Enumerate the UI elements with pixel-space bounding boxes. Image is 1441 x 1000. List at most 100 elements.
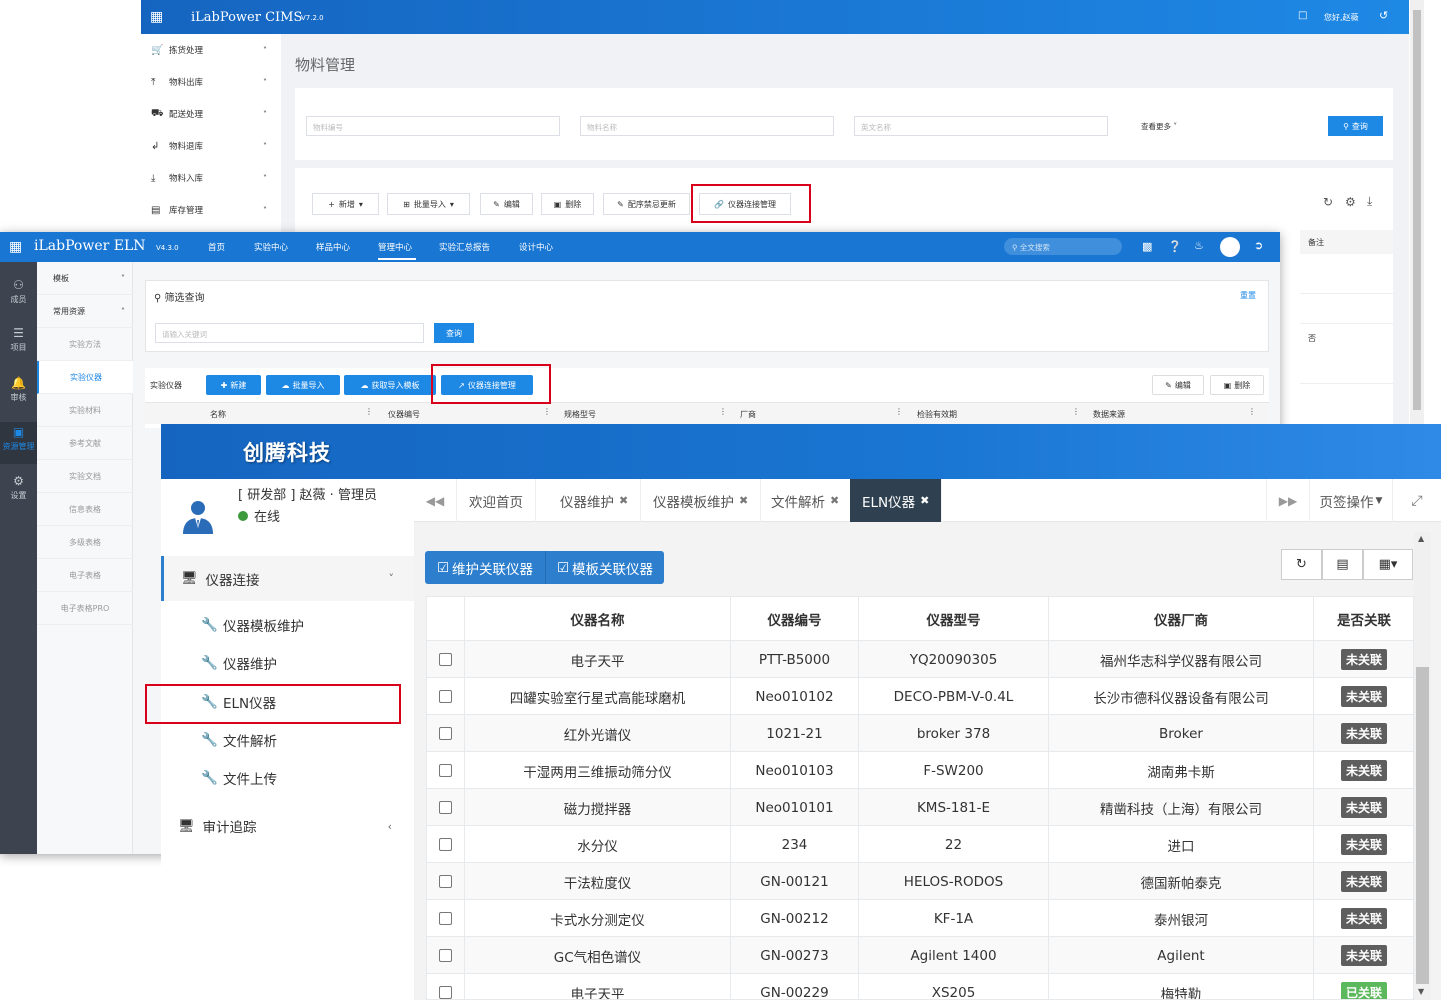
cims-nav-item[interactable]: ⤒ 物料出库 ˅ <box>141 66 281 98</box>
column-menu-icon[interactable]: ⋮ <box>719 407 727 423</box>
sub-item[interactable]: 参考文献 <box>37 427 133 460</box>
tab-3[interactable]: 文件解析 ✖ <box>759 479 853 522</box>
row-checkbox[interactable] <box>439 949 452 962</box>
page-ops-dropdown[interactable]: 页签操作 ▼ <box>1309 479 1392 522</box>
menu-item-template-maintenance[interactable]: 🔧 仪器模板维护 <box>161 606 414 644</box>
table-row[interactable]: 磁力搅拌器 Neo010101 KMS-181-E 精凿科技（上海）有限公司 未关联 <box>427 789 1413 826</box>
table-row[interactable]: 干法粒度仪 GN-00121 HELOS-RODOS 德国新帕泰克 未关联 <box>427 863 1413 900</box>
column-header[interactable]: 仪器厂商 <box>1049 597 1314 641</box>
add-document-icon[interactable]: ▩ <box>1142 240 1152 253</box>
column-menu-icon[interactable]: ⋮ <box>365 407 373 423</box>
vertical-scrollbar[interactable]: ▲ ▼ <box>1414 532 1431 1000</box>
sub-group[interactable]: 常用资源 ˄ <box>37 295 133 328</box>
bell-icon[interactable]: ♨ <box>1194 239 1204 252</box>
sub-item[interactable]: 实验材料 <box>37 394 133 427</box>
sub-item[interactable]: 实验仪器 <box>37 361 133 394</box>
cims-nav-item[interactable]: 🛒 拣货处理 ˅ <box>141 34 281 66</box>
close-icon[interactable]: ✖ <box>920 494 929 507</box>
eln-import-button[interactable]: ☁ 批量导入 <box>266 375 340 395</box>
row-checkbox[interactable] <box>439 838 452 851</box>
close-icon[interactable]: ✖ <box>739 494 748 507</box>
column-header[interactable]: 仪器编号 <box>731 597 859 641</box>
sub-group[interactable]: 模板 ˅ <box>37 262 133 295</box>
scrollbar-thumb[interactable] <box>1416 667 1429 984</box>
tab-scroll-right-button[interactable]: ▶▶ <box>1266 479 1309 522</box>
eln-menu-item[interactable]: 设计中心 <box>519 241 553 253</box>
table-row[interactable]: 红外光谱仪 1021-21 broker 378 Broker 未关联 <box>427 715 1413 752</box>
eln-delete-button[interactable]: ▣ 删除 <box>1210 375 1264 395</box>
row-checkbox[interactable] <box>439 653 452 666</box>
apps-grid-icon[interactable]: ▦ <box>9 239 22 255</box>
template-linked-instrument-button[interactable]: ☑ 模板关联仪器 <box>545 551 664 584</box>
menu-item-file-parse[interactable]: 🔧 文件解析 <box>161 721 414 759</box>
rail-item[interactable]: 🔔 审核 <box>0 376 37 403</box>
column-header[interactable]: 是否关联 <box>1314 597 1413 641</box>
sub-item[interactable]: 电子表格 <box>37 559 133 592</box>
scrollbar-thumb[interactable] <box>1413 10 1421 410</box>
row-checkbox[interactable] <box>439 727 452 740</box>
menu-group-instrument-connection[interactable]: 🖥 仪器连接 ˅ <box>161 556 414 601</box>
sub-item[interactable]: 实验文档 <box>37 460 133 493</box>
eln-query-button[interactable]: 查询 <box>434 323 474 343</box>
user-greeting[interactable]: 您好,赵薇 <box>1324 12 1359 23</box>
cims-delete-button[interactable]: ▣ 删除 <box>541 193 594 215</box>
table-row[interactable]: 水分仪 234 22 进口 未关联 <box>427 826 1413 863</box>
help-icon[interactable]: ❔ <box>1168 240 1182 253</box>
global-search-input[interactable]: ⚲ 全文搜索 <box>1004 238 1122 255</box>
toggle-view-button[interactable]: ▤ <box>1322 549 1363 580</box>
column-menu-icon[interactable]: ⋮ <box>895 407 903 423</box>
row-checkbox[interactable] <box>439 912 452 925</box>
table-row[interactable]: 电子天平 GN-00229 XS205 梅特勒 已关联 <box>427 974 1413 999</box>
row-checkbox[interactable] <box>439 690 452 703</box>
cims-nav-item[interactable]: ▤ 库存管理 ˅ <box>141 194 281 226</box>
table-row[interactable]: 卡式水分测定仪 GN-00212 KF-1A 泰州银河 未关联 <box>427 900 1413 937</box>
scroll-up-icon[interactable]: ▲ <box>1418 534 1424 543</box>
apps-grid-icon[interactable]: ▦ <box>150 9 163 25</box>
maintain-linked-instrument-button[interactable]: ☑ 维护关联仪器 <box>425 551 545 584</box>
close-icon[interactable]: ✖ <box>830 494 839 507</box>
close-icon[interactable]: ✖ <box>619 494 628 507</box>
cims-nav-item[interactable]: ⤓ 物料入库 ˅ <box>141 162 281 194</box>
row-checkbox[interactable] <box>439 764 452 777</box>
column-menu-icon[interactable]: ⋮ <box>1248 407 1256 423</box>
cims-nav-item[interactable]: ⛟ 配送处理 ˅ <box>141 98 281 130</box>
cims-import-button[interactable]: ⊞ 批量导入 ▾ <box>387 193 470 215</box>
eln-menu-item[interactable]: 实验汇总报告 <box>439 241 490 253</box>
avatar[interactable] <box>1220 237 1240 257</box>
table-row[interactable]: GC气相色谱仪 GN-00273 Agilent 1400 Agilent 未关联 <box>427 937 1413 974</box>
download-icon[interactable]: ⤓ <box>1367 194 1372 209</box>
document-icon[interactable]: □ <box>1298 10 1307 21</box>
material-name-input[interactable]: 物料名称 <box>580 116 834 136</box>
eln-menu-item[interactable]: 样品中心 <box>316 241 350 253</box>
refresh-icon[interactable]: ↻ <box>1323 195 1333 209</box>
logout-icon[interactable]: ➲ <box>1254 239 1263 252</box>
cims-edit-button[interactable]: ✎ 编辑 <box>480 193 533 215</box>
column-menu-icon[interactable]: ⋮ <box>1072 407 1080 423</box>
gear-icon[interactable]: ⚙ <box>1345 195 1356 209</box>
eln-menu-item[interactable]: 管理中心 <box>378 241 412 253</box>
eln-menu-item[interactable]: 实验中心 <box>254 241 288 253</box>
table-row[interactable]: 四罐实验室行星式高能球磨机 Neo010102 DECO-PBM-V-0.4L 长沙市… <box>427 678 1413 715</box>
refresh-button[interactable]: ↻ <box>1281 549 1322 580</box>
logout-icon[interactable]: ↺ <box>1379 9 1388 22</box>
tab-2[interactable]: 仪器模板维护 ✖ <box>641 479 762 522</box>
keyword-input[interactable]: 请输入关键词 <box>155 323 424 343</box>
sub-item[interactable]: 电子表格PRO <box>37 592 133 625</box>
rail-item[interactable]: ▣ 资源管理 <box>0 422 37 464</box>
rail-item[interactable]: ⚙ 设置 <box>0 474 37 501</box>
fullscreen-button[interactable]: ⤢ <box>1392 479 1441 522</box>
menu-item-file-upload[interactable]: 🔧 文件上传 <box>161 759 414 797</box>
cims-nav-item[interactable]: ↲ 物料退库 ˅ <box>141 130 281 162</box>
row-checkbox[interactable] <box>439 986 452 999</box>
eln-new-button[interactable]: ✚ 新建 <box>206 375 261 395</box>
column-header[interactable]: 仪器名称 <box>465 597 731 641</box>
sub-item[interactable]: 信息表格 <box>37 493 133 526</box>
cims-update-button[interactable]: ✎ 配序禁忌更新 <box>603 193 690 215</box>
cims-scrollbar[interactable] <box>1410 0 1424 440</box>
cims-query-button[interactable]: ⚲ 查询 <box>1328 116 1383 136</box>
tab-scroll-left-button[interactable]: ◀◀ <box>414 479 457 522</box>
more-filters-link[interactable]: 查看更多 ˅ <box>1141 121 1177 132</box>
cims-add-button[interactable]: + 新增 ▾ <box>312 193 379 215</box>
rail-item[interactable]: ⚇ 成员 <box>0 278 37 305</box>
english-name-input[interactable]: 英文名称 <box>854 116 1108 136</box>
